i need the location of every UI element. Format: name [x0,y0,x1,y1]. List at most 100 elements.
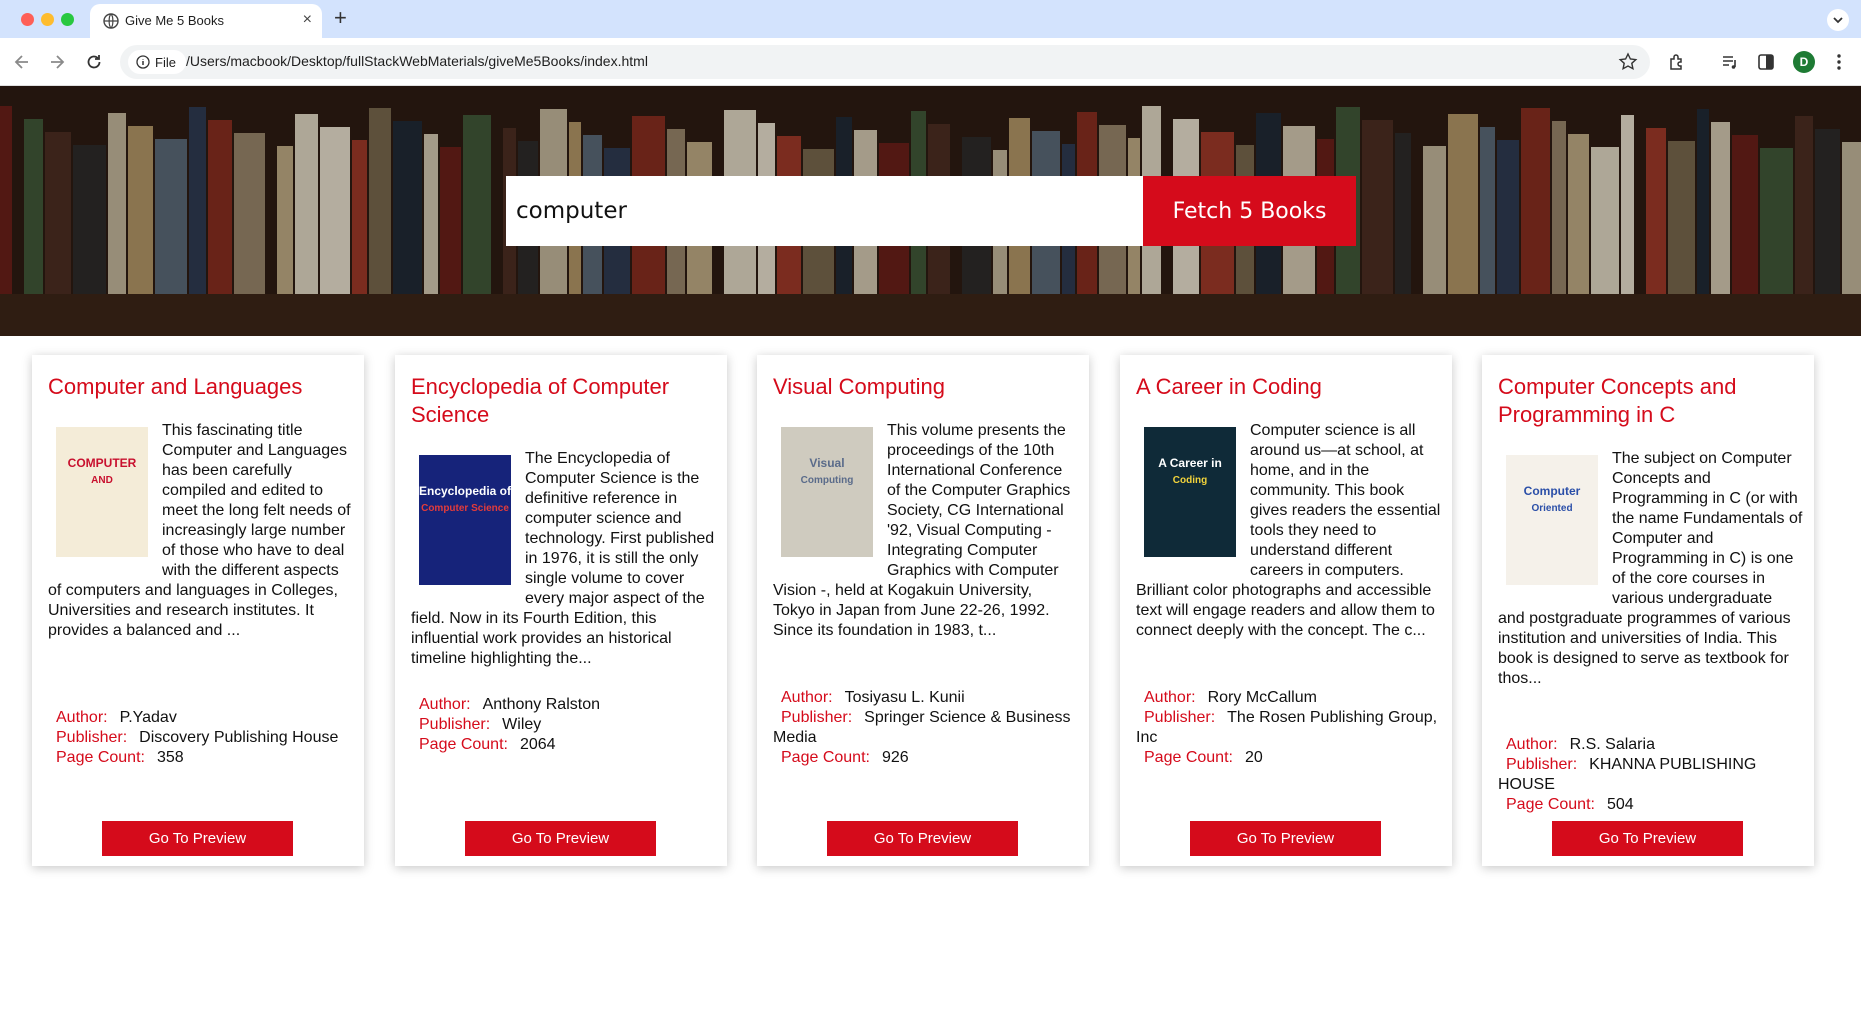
author-row: Author: Anthony Ralston [411,695,716,715]
book-title: Computer Concepts and Programming in C [1498,374,1737,427]
author-value: R.S. Salaria [1569,736,1655,753]
go-to-preview-button[interactable]: Go To Preview [1190,821,1381,856]
more-menu-icon[interactable] [1829,52,1849,72]
book-title: A Career in Coding [1136,374,1322,399]
bookmark-star-icon[interactable] [1618,52,1638,72]
browser-tab-bar: Give Me 5 Books × + [0,0,1861,38]
reload-icon[interactable] [84,52,104,72]
publisher-label: Publisher: [781,709,853,726]
minimize-window-button[interactable] [41,13,54,26]
maximize-window-button[interactable] [61,13,74,26]
profile-avatar[interactable]: D [1793,51,1815,73]
book-cover-image: A Career in Coding [1144,427,1236,557]
book-card: Computer Concepts and Programming in C C… [1482,355,1814,866]
book-description-block: A Career in Coding Computer science is a… [1136,421,1441,641]
go-to-preview-button[interactable]: Go To Preview [465,821,656,856]
book-card: Computer and Languages COMPUTER AND This… [32,355,364,866]
book-card: Encyclopedia of Computer Science Encyclo… [395,355,727,866]
url-text[interactable]: /Users/macbook/Desktop/fullStackWebMater… [186,53,648,69]
page-count-value: 504 [1606,796,1634,813]
author-row: Author: P.Yadav [48,708,353,728]
book-title: Visual Computing [773,374,946,399]
side-panel-icon[interactable] [1756,52,1776,72]
tab-title: Give Me 5 Books [125,13,224,28]
svg-text:Visual: Visual [809,456,844,470]
book-meta: Author: R.S. Salaria Publisher: KHANNA PUB… [1498,735,1803,815]
svg-text:Coding: Coding [1173,475,1207,486]
publisher-row: Publisher: KHANNA PUBLISHING HOUSE [1498,755,1803,795]
author-label: Author: [56,709,108,726]
svg-text:A Career in: A Career in [1158,456,1222,470]
author-value: Rory McCallum [1207,689,1317,706]
author-row: Author: Rory McCallum [1136,688,1441,708]
globe-icon [103,13,119,29]
book-description-block: COMPUTER AND This fascinating title Comp… [48,421,353,641]
book-card: A Career in Coding A Career in Coding Co… [1120,355,1452,866]
page-count-label: Page Count: [56,749,145,766]
author-label: Author: [781,689,833,706]
fetch-books-button[interactable]: Fetch 5 Books [1143,176,1356,246]
page-count-value: 926 [881,749,909,766]
publisher-value: Discovery Publishing House [139,729,339,746]
publisher-label: Publisher: [1506,756,1578,773]
close-window-button[interactable] [21,13,34,26]
page-count-label: Page Count: [419,736,508,753]
book-meta: Author: Rory McCallum Publisher: The Rosen… [1136,688,1441,768]
hero-banner: Fetch 5 Books [0,86,1861,336]
info-icon [136,55,150,69]
book-title: Encyclopedia of Computer Science [411,374,670,427]
page-count-value: 358 [156,749,184,766]
publisher-row: Publisher: Wiley [411,715,716,735]
search-input[interactable] [506,176,1143,246]
page-count-label: Page Count: [1506,796,1595,813]
publisher-row: Publisher: The Rosen Publishing Group, In… [1136,708,1441,748]
book-title: Computer and Languages [48,374,303,399]
chevron-down-icon [1833,17,1843,24]
site-info-chip[interactable]: File [128,50,186,74]
page-count-row: Page Count: 2064 [411,735,716,755]
book-card: Visual Computing Visual Computing This v… [757,355,1089,866]
publisher-value: Wiley [502,716,542,733]
publisher-row: Publisher: Springer Science & Business Me… [773,708,1078,748]
tab-search-button[interactable] [1827,9,1849,31]
media-queue-icon[interactable] [1720,52,1740,72]
page-count-label: Page Count: [1144,749,1233,766]
author-label: Author: [1506,736,1558,753]
tab-close-icon[interactable]: × [303,11,312,29]
page-count-row: Page Count: 358 [48,748,353,768]
svg-text:COMPUTER: COMPUTER [68,456,137,470]
book-meta: Author: Tosiyasu L. Kunii Publisher: Sprin… [773,688,1078,768]
browser-tab[interactable]: Give Me 5 Books × [90,4,322,38]
book-description-block: Encyclopedia of Computer Science The Enc… [411,449,716,669]
book-cover-image: Encyclopedia of Computer Science [419,455,511,585]
page-count-value: 20 [1244,749,1263,766]
back-arrow-icon[interactable] [12,52,32,72]
author-row: Author: R.S. Salaria [1498,735,1803,755]
book-cover-image: COMPUTER AND [56,427,148,557]
book-cover-image: Visual Computing [781,427,873,557]
author-value: Tosiyasu L. Kunii [844,689,965,706]
svg-text:AND: AND [91,475,113,486]
forward-arrow-icon[interactable] [47,52,67,72]
new-tab-button[interactable]: + [334,6,347,30]
extensions-puzzle-icon[interactable] [1667,52,1687,72]
go-to-preview-button[interactable]: Go To Preview [827,821,1018,856]
go-to-preview-button[interactable]: Go To Preview [1552,821,1743,856]
address-bar[interactable]: File /Users/macbook/Desktop/fullStackWeb… [120,45,1650,79]
author-label: Author: [419,696,471,713]
page-count-label: Page Count: [781,749,870,766]
author-row: Author: Tosiyasu L. Kunii [773,688,1078,708]
book-meta: Author: P.Yadav Publisher: Discovery Publi… [48,708,353,768]
author-value: Anthony Ralston [482,696,600,713]
book-description-block: Visual Computing This volume presents th… [773,421,1078,641]
go-to-preview-button[interactable]: Go To Preview [102,821,293,856]
svg-text:Oriented: Oriented [1531,503,1572,514]
svg-text:Computing: Computing [801,475,854,486]
book-cover-image: Computer Oriented [1506,455,1598,585]
book-meta: Author: Anthony Ralston Publisher: Wiley P… [411,695,716,755]
publisher-label: Publisher: [419,716,491,733]
publisher-label: Publisher: [1144,709,1216,726]
author-value: P.Yadav [119,709,177,726]
page-count-row: Page Count: 20 [1136,748,1441,768]
publisher-label: Publisher: [56,729,128,746]
